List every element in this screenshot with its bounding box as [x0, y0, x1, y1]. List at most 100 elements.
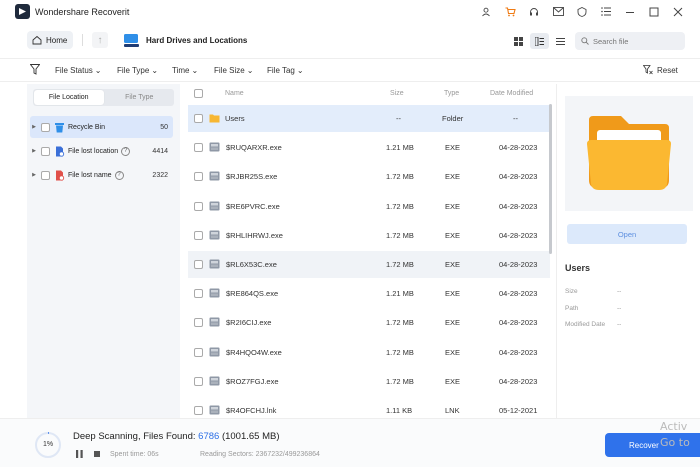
file-date: 04-28-2023	[499, 260, 538, 269]
file-date: 04-28-2023	[499, 230, 538, 240]
table-row[interactable]: Users -- Folder --	[188, 105, 550, 132]
expand-caret-icon[interactable]: ▶	[30, 172, 38, 178]
chevron-down-icon: ⌄	[246, 66, 254, 75]
file-tag-label: File Tag	[267, 66, 295, 75]
row-checkbox[interactable]	[194, 289, 203, 299]
checkbox[interactable]	[41, 146, 50, 156]
column-header-name[interactable]: Name	[225, 90, 244, 97]
file-name: $RE6PVRC.exe	[226, 201, 280, 211]
nav-divider	[82, 34, 83, 46]
headset-icon[interactable]	[522, 4, 546, 19]
mail-icon[interactable]	[546, 4, 570, 19]
file-size-label: File Size	[214, 66, 245, 75]
reset-button[interactable]: Reset	[643, 65, 678, 75]
table-scrollbar[interactable]	[549, 104, 552, 254]
table-row[interactable]: $RUQARXR.exe 1.21 MB EXE 04-28-2023	[188, 134, 550, 161]
cart-icon[interactable]	[498, 4, 522, 19]
open-button[interactable]: Open	[567, 224, 687, 244]
table-row[interactable]: $ROZ7FGJ.exe 1.72 MB EXE 04-28-2023	[188, 368, 550, 395]
row-checkbox[interactable]	[194, 230, 203, 240]
row-checkbox[interactable]	[194, 114, 203, 123]
close-icon[interactable]	[666, 4, 690, 19]
tab-file-type[interactable]: File Type	[105, 89, 175, 106]
user-icon[interactable]	[474, 4, 498, 19]
sidebar-item-file-lost-location[interactable]: ▶ File lost location ? 4414	[30, 140, 173, 162]
file-date: --	[513, 114, 518, 123]
checkbox[interactable]	[41, 170, 50, 180]
details-panel: Open Users Size -- Path -- Modified Date…	[556, 84, 700, 418]
list-view-icon	[556, 37, 565, 45]
app-logo-icon	[15, 4, 30, 19]
file-tag-dropdown[interactable]: File Tag ⌄	[267, 66, 304, 75]
file-size-dropdown[interactable]: File Size ⌄	[214, 66, 253, 75]
file-table: Name Size Type Date Modified Users -- Fold…	[188, 84, 550, 418]
list-view-button[interactable]	[551, 33, 570, 49]
sidebar-item-file-lost-name[interactable]: ▶ File lost name ? 2322	[30, 164, 173, 186]
preview-area	[565, 96, 693, 211]
table-row[interactable]: $R4HQO4W.exe 1.72 MB EXE 04-28-2023	[188, 339, 550, 366]
search-box[interactable]	[575, 32, 685, 50]
time-dropdown[interactable]: Time ⌄	[172, 66, 198, 75]
column-header-type[interactable]: Type	[444, 90, 459, 97]
file-type-label: File Type	[117, 66, 150, 75]
row-checkbox[interactable]	[194, 318, 203, 328]
table-row[interactable]: $RE864QS.exe 1.21 MB EXE 04-28-2023	[188, 280, 550, 307]
table-row[interactable]: $RHLIHRWJ.exe 1.72 MB EXE 04-28-2023	[188, 222, 550, 249]
file-type-dropdown[interactable]: File Type ⌄	[117, 66, 158, 75]
file-date: 04-28-2023	[499, 376, 538, 386]
file-name: $R4HQO4W.exe	[226, 347, 282, 357]
grid-view-button[interactable]	[509, 33, 528, 49]
row-checkbox[interactable]	[194, 347, 203, 357]
select-all-checkbox[interactable]	[194, 89, 203, 98]
exe-file-icon	[209, 142, 220, 152]
help-icon[interactable]: ?	[121, 146, 131, 156]
file-type: EXE	[445, 289, 461, 299]
search-input[interactable]	[593, 36, 673, 46]
shield-icon[interactable]	[570, 4, 594, 19]
file-type: Folder	[442, 114, 464, 123]
file-status-dropdown[interactable]: File Status ⌄	[55, 66, 102, 75]
expand-caret-icon[interactable]: ▶	[30, 148, 38, 154]
file-name: $RL6X53C.exe	[226, 260, 277, 269]
watermark-line-2: Go to	[660, 436, 690, 449]
filter-bar: File Status ⌄ File Type ⌄ Time ⌄ File Size ⌄…	[0, 58, 700, 82]
filter-icon[interactable]	[30, 64, 40, 75]
file-name: $R2I6CIJ.exe	[226, 318, 272, 328]
expand-caret-icon[interactable]: ▶	[30, 124, 38, 130]
home-button[interactable]: Home	[27, 31, 73, 49]
chevron-down-icon: ⌄	[296, 66, 304, 75]
table-row[interactable]: $R2I6CIJ.exe 1.72 MB EXE 04-28-2023	[188, 309, 550, 336]
file-size: 1.72 MB	[386, 172, 414, 182]
column-header-date[interactable]: Date Modified	[490, 90, 533, 97]
table-row[interactable]: $RJBR25S.exe 1.72 MB EXE 04-28-2023	[188, 163, 550, 190]
row-checkbox[interactable]	[194, 143, 203, 153]
row-checkbox[interactable]	[194, 172, 203, 182]
help-icon[interactable]: ?	[114, 170, 124, 180]
maximize-icon[interactable]	[642, 4, 666, 19]
row-checkbox[interactable]	[194, 376, 203, 386]
menu-icon[interactable]	[594, 4, 618, 19]
up-arrow-button[interactable]: ↑	[92, 32, 108, 48]
sidebar-item-recycle-bin[interactable]: ▶ Recycle Bin 50	[30, 116, 173, 138]
tab-file-location[interactable]: File Location	[34, 90, 104, 105]
table-row[interactable]: $RL6X53C.exe 1.72 MB EXE 04-28-2023	[188, 251, 550, 278]
sidebar-item-label: File lost location	[68, 147, 119, 155]
title-bar: Wondershare Recoverit	[0, 0, 700, 24]
row-checkbox[interactable]	[194, 260, 203, 269]
file-lost-location-icon	[56, 146, 65, 157]
file-name: Users	[225, 114, 245, 123]
scan-label: Deep Scanning, Files Found:	[73, 431, 196, 442]
details-title: Users	[565, 263, 591, 273]
table-row[interactable]: $R4OFCHJ.lnk 1.11 KB LNK 05-12-2021	[188, 397, 550, 418]
detail-view-button[interactable]	[530, 33, 549, 49]
row-checkbox[interactable]	[194, 201, 203, 211]
pause-icon[interactable]	[76, 450, 83, 458]
row-checkbox[interactable]	[194, 406, 203, 415]
table-row[interactable]: $RE6PVRC.exe 1.72 MB EXE 04-28-2023	[188, 193, 550, 220]
checkbox[interactable]	[41, 122, 50, 132]
minimize-icon[interactable]	[618, 4, 642, 19]
stop-icon[interactable]	[94, 451, 100, 457]
file-type: EXE	[445, 230, 461, 240]
column-header-size[interactable]: Size	[390, 90, 404, 97]
exe-file-icon	[209, 201, 220, 211]
